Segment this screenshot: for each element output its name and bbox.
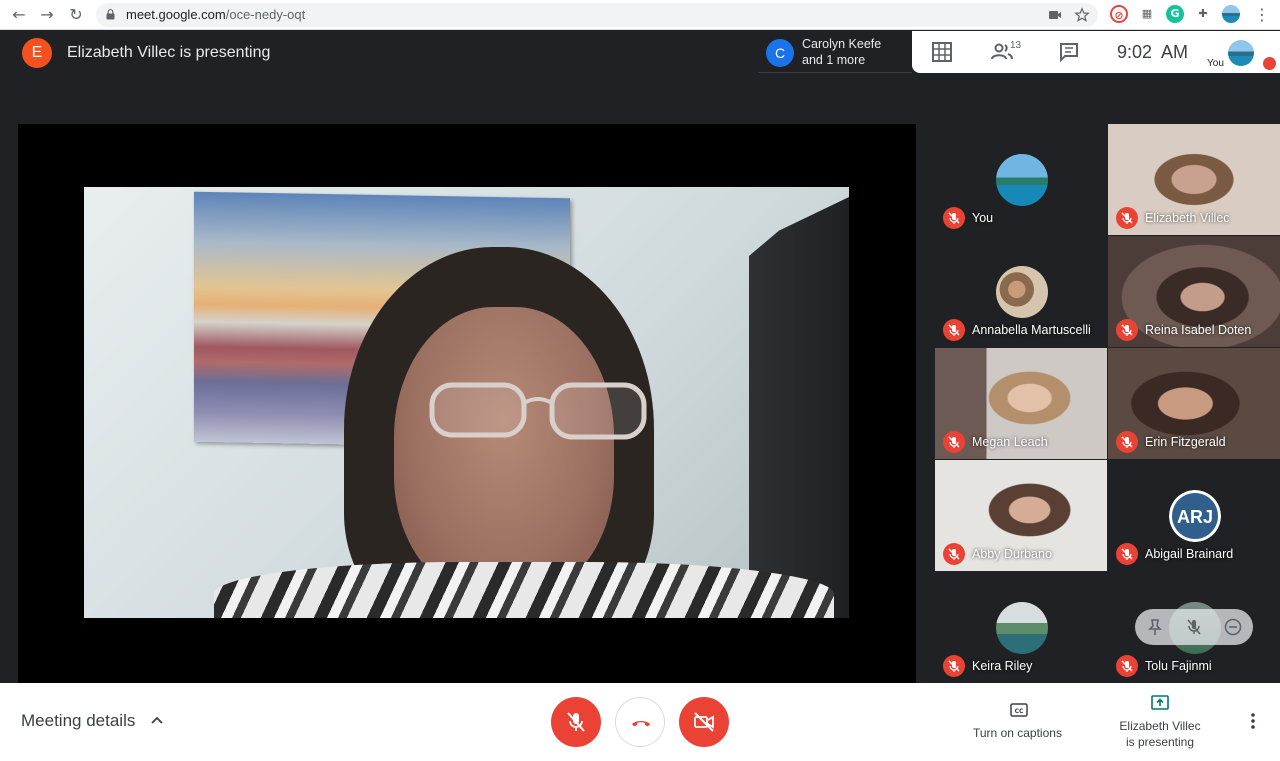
leave-call-button[interactable] bbox=[615, 697, 665, 747]
mic-off-icon bbox=[1116, 319, 1138, 341]
url-text: meet.google.com/oce-nedy-oqt bbox=[126, 7, 306, 22]
notification-more: and 1 more bbox=[802, 53, 866, 67]
participant-tile[interactable]: Elizabeth Villec bbox=[1108, 124, 1280, 235]
self-avatar[interactable] bbox=[1228, 40, 1254, 66]
participant-name: Annabella Martuscelli bbox=[972, 323, 1091, 337]
svg-text:CC: CC bbox=[1015, 708, 1024, 715]
tile-hover-controls bbox=[1135, 609, 1253, 645]
kebab-menu-icon[interactable]: ⋮ bbox=[1252, 5, 1272, 25]
browser-toolbar: ← → ↻ meet.google.com/oce-nedy-oqt ⊘ ▦ G… bbox=[0, 0, 1280, 30]
participant-name: Keira Riley bbox=[972, 659, 1033, 673]
camera-icon[interactable] bbox=[1047, 7, 1063, 23]
participant-avatar bbox=[996, 154, 1048, 206]
reload-icon[interactable]: ↻ bbox=[66, 5, 86, 25]
mic-off-icon bbox=[943, 319, 965, 341]
participant-tile[interactable]: ARJ Abigail Brainard bbox=[1108, 460, 1280, 571]
svg-text:ARJ: ARJ bbox=[1177, 507, 1213, 527]
phone-hangup-icon bbox=[632, 721, 650, 727]
participant-name: Reina Isabel Doten bbox=[1145, 323, 1252, 337]
mic-off-icon bbox=[1116, 655, 1138, 677]
forward-arrow-icon[interactable]: → bbox=[37, 5, 57, 25]
mic-off-icon bbox=[1116, 431, 1138, 453]
speaker-shirt bbox=[214, 562, 834, 618]
participant-name: Abigail Brainard bbox=[1145, 547, 1234, 561]
mute-participant-icon[interactable] bbox=[1184, 617, 1204, 637]
video-door bbox=[749, 197, 849, 618]
extension-block-icon[interactable]: ⊘ bbox=[1110, 5, 1128, 23]
speaker-face bbox=[394, 307, 614, 597]
captions-button-label[interactable]: Turn on captions bbox=[973, 726, 1062, 740]
pin-icon[interactable] bbox=[1145, 617, 1165, 637]
self-mic-off-icon bbox=[1263, 57, 1276, 70]
camera-off-icon bbox=[694, 712, 714, 732]
presenting-line1: Elizabeth Villec bbox=[1119, 719, 1201, 733]
lock-icon bbox=[106, 9, 115, 20]
mic-off-icon bbox=[1116, 543, 1138, 565]
participant-tile[interactable]: Megan Leach bbox=[935, 348, 1107, 459]
participant-name: You bbox=[972, 211, 994, 225]
notification-avatar: C bbox=[766, 39, 794, 67]
you-label: You bbox=[1207, 58, 1224, 69]
participant-tile[interactable]: Erin Fitzgerald bbox=[1108, 348, 1280, 459]
presenter-status: Elizabeth Villec is presenting bbox=[67, 44, 271, 61]
meet-header: E Elizabeth Villec is presenting C Carol… bbox=[0, 31, 1280, 75]
captions-icon[interactable]: CC bbox=[1010, 703, 1028, 717]
participant-tile[interactable]: Keira Riley bbox=[935, 572, 1107, 683]
address-bar[interactable]: meet.google.com/oce-nedy-oqt bbox=[96, 3, 1098, 27]
back-arrow-icon[interactable]: ← bbox=[9, 5, 29, 25]
participant-tile[interactable]: Reina Isabel Doten bbox=[1108, 236, 1280, 347]
participant-avatar bbox=[996, 266, 1048, 318]
participant-name: Megan Leach bbox=[972, 435, 1048, 449]
speaker-glasses bbox=[429, 382, 647, 440]
join-notification[interactable]: C Carolyn Keefe and 1 more bbox=[758, 31, 912, 73]
meeting-details-toggle[interactable]: Meeting details bbox=[21, 711, 135, 731]
participant-tile[interactable]: Annabella Martuscelli bbox=[935, 236, 1107, 347]
chevron-up-icon[interactable] bbox=[150, 715, 164, 725]
call-controls-bar: Meeting details CC Turn on captions Eliz… bbox=[0, 683, 1280, 761]
presenting-line2: is presenting bbox=[1125, 735, 1195, 749]
participant-tile[interactable]: Abby Durbano bbox=[935, 460, 1107, 571]
remove-participant-icon[interactable] bbox=[1223, 617, 1243, 637]
participant-count: 13 bbox=[1010, 40, 1022, 51]
mic-toggle-button[interactable] bbox=[551, 697, 601, 747]
presenting-status-button[interactable]: Elizabeth Villec is presenting bbox=[1112, 718, 1208, 750]
meeting-info-panel: 13 9:02 AM You bbox=[912, 31, 1280, 73]
more-options-icon[interactable] bbox=[1244, 711, 1262, 731]
participant-tile[interactable]: You bbox=[935, 124, 1107, 235]
notification-name: Carolyn Keefe bbox=[802, 37, 882, 51]
participant-avatar: ARJ bbox=[1169, 490, 1221, 542]
puzzle-icon[interactable]: ✚ bbox=[1194, 5, 1212, 23]
mic-off-icon bbox=[1116, 207, 1138, 229]
participant-name: Abby Durbano bbox=[972, 547, 1052, 561]
participant-name: Tolu Fajinmi bbox=[1145, 659, 1212, 673]
mic-off-icon bbox=[943, 655, 965, 677]
main-stage bbox=[18, 124, 916, 683]
profile-avatar-icon[interactable] bbox=[1222, 5, 1240, 23]
mic-off-icon bbox=[943, 431, 965, 453]
participants-grid: You Elizabeth Villec Annabella Martuscel… bbox=[935, 124, 1280, 683]
mic-off-icon bbox=[943, 543, 965, 565]
grid-extension-icon[interactable]: ▦ bbox=[1138, 5, 1156, 23]
star-icon[interactable] bbox=[1074, 7, 1090, 23]
participant-name: Elizabeth Villec bbox=[1145, 211, 1230, 225]
presenter-avatar: E bbox=[22, 38, 52, 68]
chat-icon[interactable] bbox=[1057, 40, 1081, 64]
mic-off-icon bbox=[943, 207, 965, 229]
present-screen-icon[interactable] bbox=[1151, 695, 1169, 710]
layout-grid-icon[interactable] bbox=[930, 40, 954, 64]
participant-avatar bbox=[996, 602, 1048, 654]
mic-off-icon bbox=[567, 712, 585, 732]
clock-time: 9:02 AM bbox=[1117, 42, 1189, 62]
grammarly-icon[interactable]: G bbox=[1166, 5, 1184, 23]
presentation-video bbox=[84, 187, 849, 618]
participant-name: Erin Fitzgerald bbox=[1145, 435, 1226, 449]
camera-toggle-button[interactable] bbox=[679, 697, 729, 747]
